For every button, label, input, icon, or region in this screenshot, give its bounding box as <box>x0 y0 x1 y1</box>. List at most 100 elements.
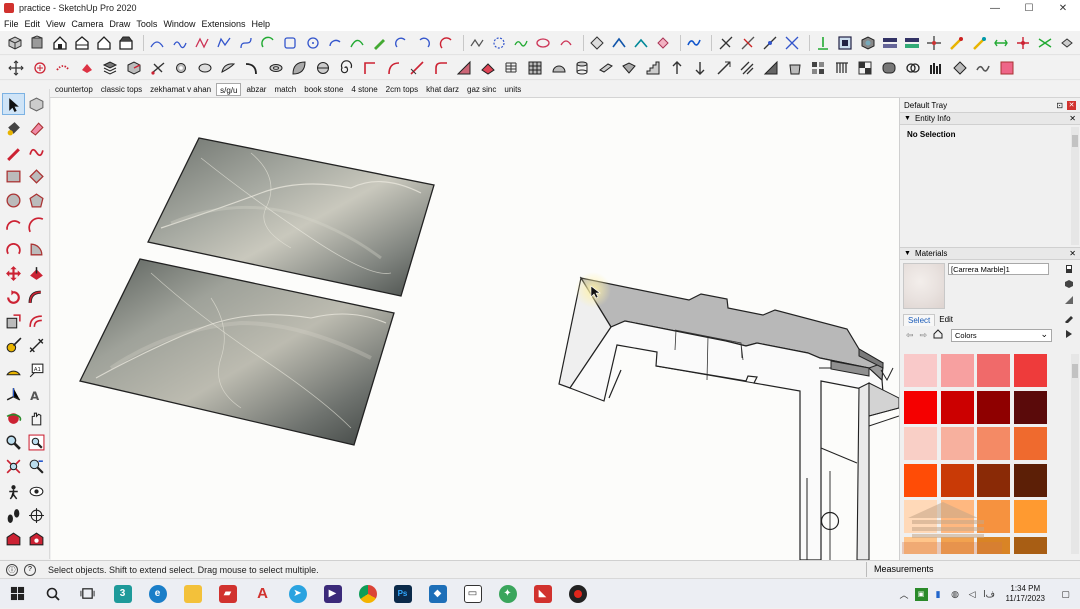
warehouse-icon[interactable] <box>2 528 25 550</box>
back-view-icon[interactable] <box>95 34 114 52</box>
home-icon[interactable] <box>933 329 943 341</box>
globe-app-icon[interactable]: ✦ <box>490 579 525 609</box>
color-swatch[interactable] <box>977 463 1010 497</box>
bucket-icon[interactable] <box>785 59 805 77</box>
network-icon[interactable]: ◍ <box>949 588 962 601</box>
details-arrow-icon[interactable] <box>1064 329 1074 341</box>
extrude-red-icon[interactable] <box>478 59 498 77</box>
drop-icon[interactable] <box>690 59 710 77</box>
join-icon[interactable] <box>761 34 780 52</box>
pan-hand-icon[interactable] <box>25 408 48 430</box>
task-view-icon[interactable] <box>70 579 105 609</box>
tray-close-icon[interactable]: ✕ <box>1067 100 1076 110</box>
notifications-icon[interactable]: ▢ <box>1059 588 1072 601</box>
color-swatch[interactable] <box>1013 354 1047 387</box>
protractor-icon[interactable] <box>2 359 25 381</box>
zoom-extents-icon[interactable] <box>2 456 25 478</box>
color-swatch[interactable] <box>1013 390 1047 424</box>
freehand-icon[interactable] <box>25 141 48 163</box>
collapse-triangle-icon[interactable]: ▼ <box>904 250 911 257</box>
wave-line-icon[interactable] <box>170 34 189 52</box>
scale-green-icon[interactable] <box>991 34 1010 52</box>
arc-small-icon[interactable] <box>392 34 411 52</box>
photoshop-icon[interactable]: Ps <box>385 579 420 609</box>
push-pull-icon[interactable] <box>25 262 48 284</box>
circle-plus-icon[interactable] <box>30 59 50 77</box>
pie-icon[interactable] <box>25 238 48 260</box>
rotate-icon[interactable] <box>2 287 25 309</box>
close-button[interactable]: ✕ <box>1046 0 1080 16</box>
scale-icon[interactable] <box>2 311 25 333</box>
menu-window[interactable]: Window <box>162 19 200 29</box>
eraser-diamond-icon[interactable] <box>654 34 673 52</box>
hatch-icon[interactable] <box>737 59 757 77</box>
arrow-curve-icon[interactable] <box>556 34 575 52</box>
slash-arrows-icon[interactable] <box>714 59 734 77</box>
axes-icon[interactable] <box>2 383 25 405</box>
bend-icon[interactable] <box>242 59 262 77</box>
color-swatch[interactable] <box>977 390 1010 424</box>
cylinder-icon[interactable] <box>572 59 592 77</box>
file-explorer-icon[interactable] <box>175 579 210 609</box>
measurements-box[interactable]: Measurements <box>866 562 1080 577</box>
make-component-icon[interactable] <box>25 93 48 115</box>
extension-warehouse-icon[interactable] <box>25 528 48 550</box>
walk-icon[interactable] <box>2 504 25 526</box>
scene-tab-zekhamat-v-ahan[interactable]: zekhamat v ahan <box>147 83 214 96</box>
three-point-arc-icon[interactable] <box>2 238 25 260</box>
3dsmax-icon[interactable]: 3 <box>105 579 140 609</box>
color-swatch[interactable] <box>940 390 974 424</box>
fold-icon[interactable] <box>619 59 639 77</box>
clock[interactable]: 1:34 PM 11/17/2023 <box>1006 584 1045 604</box>
color-swatch[interactable] <box>977 427 1010 460</box>
layers-green-icon[interactable] <box>903 34 922 52</box>
collapse-icon[interactable] <box>1058 34 1077 52</box>
tray-app-icon[interactable]: ▣ <box>914 587 928 601</box>
two-point-arc-icon[interactable] <box>25 214 48 236</box>
tab-edit[interactable]: Edit <box>935 314 957 326</box>
scene-tab-gaz-sinc[interactable]: gaz sinc <box>464 83 499 96</box>
minimize-button[interactable]: — <box>978 0 1012 16</box>
section-plane-icon[interactable] <box>25 504 48 526</box>
menu-help[interactable]: Help <box>250 19 275 29</box>
menu-tools[interactable]: Tools <box>135 19 162 29</box>
color-swatch[interactable] <box>940 500 974 533</box>
color-swatch[interactable] <box>940 354 974 387</box>
chamfer-icon[interactable] <box>454 59 474 77</box>
collapse-triangle-icon[interactable]: ▼ <box>904 115 911 122</box>
bezier-icon[interactable] <box>237 34 256 52</box>
menu-camera[interactable]: Camera <box>70 19 108 29</box>
sphere-icon[interactable] <box>313 59 333 77</box>
scene-tab-units[interactable]: units <box>501 83 524 96</box>
layers-icon[interactable] <box>880 34 899 52</box>
color-swatch[interactable] <box>904 354 937 387</box>
spline-icon[interactable] <box>468 34 487 52</box>
dimension-green-icon[interactable] <box>814 34 833 52</box>
menu-extensions[interactable]: Extensions <box>200 19 250 29</box>
polyline-icon[interactable] <box>215 34 234 52</box>
freehand-arc-icon[interactable] <box>148 34 167 52</box>
offset-icon[interactable] <box>25 311 48 333</box>
credits-icon[interactable]: ? <box>24 563 36 576</box>
polygon-icon[interactable] <box>25 190 48 212</box>
arc-icon[interactable] <box>2 214 25 236</box>
dimension-icon[interactable] <box>25 335 48 357</box>
scene-tab-khat-darz[interactable]: khat darz <box>423 83 462 96</box>
scale-red-icon[interactable] <box>1014 34 1033 52</box>
color-swatch[interactable] <box>940 463 974 497</box>
pencil-green-icon[interactable] <box>370 34 389 52</box>
record-icon[interactable] <box>560 579 595 609</box>
cube-app-icon[interactable]: ◆ <box>420 579 455 609</box>
comb-icon[interactable] <box>832 59 852 77</box>
arc-green-icon[interactable] <box>259 34 278 52</box>
dome-icon[interactable] <box>549 59 569 77</box>
forward-arrow-icon[interactable]: ⇨ <box>920 330 928 341</box>
stack-icon[interactable] <box>100 59 120 77</box>
scene-tab-2cm-tops[interactable]: 2cm tops <box>383 83 421 96</box>
color-swatch[interactable] <box>1013 536 1047 554</box>
knife-icon[interactable] <box>407 59 427 77</box>
color-swatch[interactable] <box>940 536 974 554</box>
spiral-icon[interactable] <box>336 59 356 77</box>
menu-draw[interactable]: Draw <box>108 19 135 29</box>
menu-edit[interactable]: Edit <box>24 19 46 29</box>
